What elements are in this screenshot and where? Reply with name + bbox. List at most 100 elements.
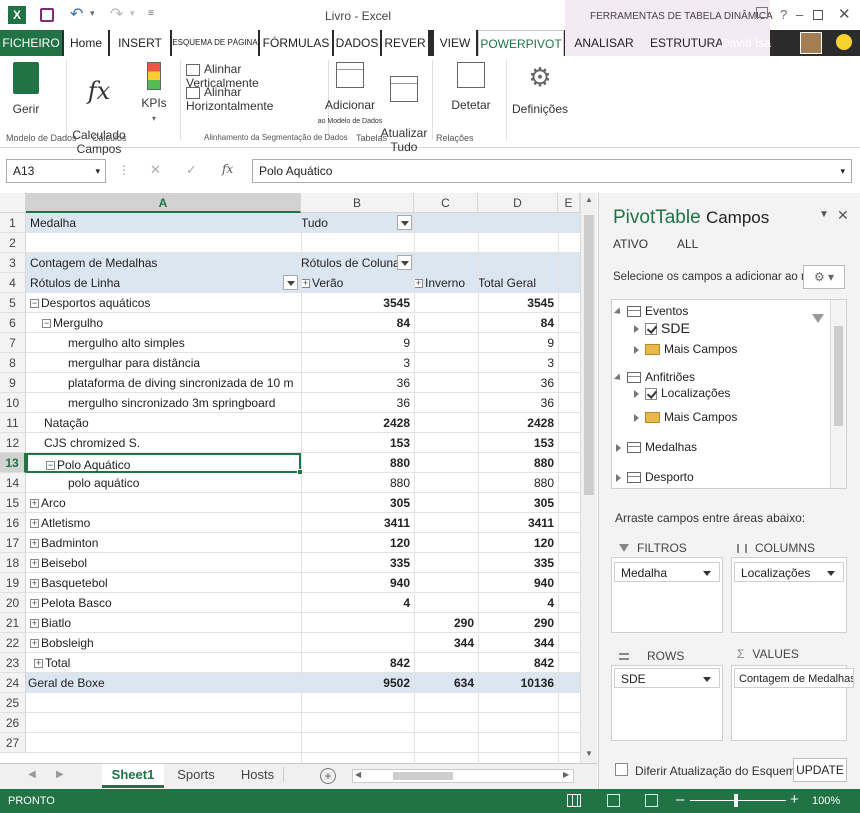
cell-b13[interactable]: 880 [301, 453, 414, 473]
field-desporto[interactable]: Desporto [616, 470, 694, 484]
cell-c8[interactable] [414, 353, 478, 373]
row-header[interactable]: 8 [0, 353, 26, 373]
field-list-scrollbar[interactable] [830, 300, 846, 488]
cell-c27[interactable] [414, 733, 478, 753]
cell-c12[interactable] [414, 433, 478, 453]
cell-c14[interactable] [414, 473, 478, 493]
cell-a10[interactable]: mergulho sincronizado 3m springboard [26, 393, 301, 413]
cell-e4[interactable] [558, 273, 580, 293]
cell-a24[interactable]: Geral de Boxe [26, 673, 301, 693]
cell-b21[interactable] [301, 613, 414, 633]
customize-qat-icon[interactable]: ≡ [148, 8, 154, 19]
row-header[interactable]: 3 [0, 253, 26, 273]
column-labels-dropdown-button[interactable] [397, 255, 412, 270]
row-header[interactable]: 19 [0, 573, 26, 593]
values-area[interactable]: Contagem de Medalhas [731, 665, 854, 741]
cell-c18[interactable] [414, 553, 478, 573]
minimize-icon[interactable]: – [796, 7, 803, 22]
localizacoes-checkbox[interactable] [645, 387, 657, 400]
cell-d5[interactable]: 3545 [478, 293, 558, 313]
cell-c4[interactable]: + Inverno [414, 273, 478, 293]
cell-b19[interactable]: 940 [301, 573, 414, 593]
cell-a19[interactable]: + Basquetebol [26, 573, 301, 593]
select-all-corner[interactable] [0, 193, 26, 213]
cell-a7[interactable]: mergulho alto simples [26, 333, 301, 353]
cell-c16[interactable] [414, 513, 478, 533]
expand-collapse-icon[interactable]: + [30, 559, 39, 569]
tab-page-layout[interactable]: ESQUEMA DE PÁGINA [172, 30, 258, 56]
detect-button[interactable]: Detetar [446, 62, 496, 112]
zoom-out-icon[interactable]: – [676, 791, 684, 808]
cell-b27[interactable] [301, 733, 414, 753]
smiley-icon[interactable] [836, 34, 852, 50]
row-header[interactable]: 17 [0, 533, 26, 553]
cell-c17[interactable] [414, 533, 478, 553]
cell-a21[interactable]: + Biatlo [26, 613, 301, 633]
cell-b24[interactable]: 9502 [301, 673, 414, 693]
update-button[interactable]: UPDATE [793, 758, 847, 782]
cell-b2[interactable] [301, 233, 414, 253]
cell-a16[interactable]: + Atletismo [26, 513, 301, 533]
undo-dropdown-icon[interactable]: ▾ [90, 8, 95, 19]
cell-d14[interactable]: 880 [478, 473, 558, 493]
expand-collapse-icon[interactable]: + [30, 499, 39, 509]
cell-b11[interactable]: 2428 [301, 413, 414, 433]
cell-c11[interactable] [414, 413, 478, 433]
cell-c6[interactable] [414, 313, 478, 333]
cell-b6[interactable]: 84 [301, 313, 414, 333]
cell-a6[interactable]: − Mergulho [26, 313, 301, 333]
cell-a13[interactable]: − Polo Aquático [26, 453, 301, 473]
cell-a14[interactable]: polo aquático [26, 473, 301, 493]
cell-a18[interactable]: + Beisebol [26, 553, 301, 573]
h-scroll-thumb[interactable] [393, 772, 453, 780]
confirm-formula-icon[interactable]: ✓ [186, 162, 197, 178]
scroll-thumb[interactable] [584, 215, 594, 495]
defer-update-checkbox[interactable] [615, 763, 628, 776]
sheet-tab-sports[interactable]: Sports [170, 767, 222, 782]
expand-collapse-icon[interactable]: + [414, 279, 423, 289]
cell-d20[interactable]: 4 [478, 593, 558, 613]
cell-a2[interactable] [26, 233, 301, 253]
cell-c20[interactable] [414, 593, 478, 613]
ribbon-display-icon[interactable] [756, 7, 768, 18]
cell-c23[interactable] [414, 653, 478, 673]
expand-collapse-icon[interactable]: + [301, 279, 310, 289]
expand-collapse-icon[interactable]: − [42, 319, 51, 329]
row-header[interactable]: 11 [0, 413, 26, 433]
expand-collapse-icon[interactable]: − [30, 299, 39, 309]
cell-c24[interactable]: 634 [414, 673, 478, 693]
add-to-data-model-button[interactable]: Adicionar ao Modelo de Dados [312, 62, 388, 129]
cell-a20[interactable]: + Pelota Basco [26, 593, 301, 613]
cell-a5[interactable]: − Desportos aquáticos [26, 293, 301, 313]
expand-collapse-icon[interactable]: + [30, 619, 39, 629]
tab-active-fields[interactable]: ATIVO [613, 237, 648, 251]
maximize-icon[interactable] [813, 10, 823, 20]
cell-a3[interactable]: Contagem de Medalhas [26, 253, 301, 273]
cell-b26[interactable] [301, 713, 414, 733]
row-header[interactable]: 18 [0, 553, 26, 573]
filters-area[interactable]: Medalha [611, 557, 723, 633]
horizontal-scrollbar[interactable]: ◀ ▶ [352, 769, 574, 783]
column-header-e[interactable]: E [558, 193, 580, 213]
cell-b22[interactable] [301, 633, 414, 653]
cell-b8[interactable]: 3 [301, 353, 414, 373]
cell-c1[interactable] [414, 213, 478, 233]
user-name[interactable]: David Isa [718, 30, 774, 56]
cell-a8[interactable]: mergulhar para distância [26, 353, 301, 373]
column-localizacoes-chip[interactable]: Localizações [734, 562, 844, 582]
row-header[interactable]: 21 [0, 613, 26, 633]
cell-a12[interactable]: CJS chromized S. [26, 433, 301, 453]
cell-d1[interactable] [478, 213, 558, 233]
cell-c3[interactable] [414, 253, 478, 273]
prev-sheet-icon[interactable]: ◀ [28, 769, 36, 780]
next-sheet-icon[interactable]: ▶ [56, 769, 64, 780]
columns-area[interactable]: Localizações [731, 557, 847, 633]
help-icon[interactable]: ? [780, 7, 787, 22]
cell-b5[interactable]: 3545 [301, 293, 414, 313]
expand-collapse-icon[interactable]: + [34, 659, 43, 669]
row-header[interactable]: 9 [0, 373, 26, 393]
row-header[interactable]: 13 [0, 453, 26, 473]
row-header[interactable]: 16 [0, 513, 26, 533]
zoom-slider-thumb[interactable] [734, 794, 738, 807]
save-icon[interactable] [40, 8, 54, 22]
